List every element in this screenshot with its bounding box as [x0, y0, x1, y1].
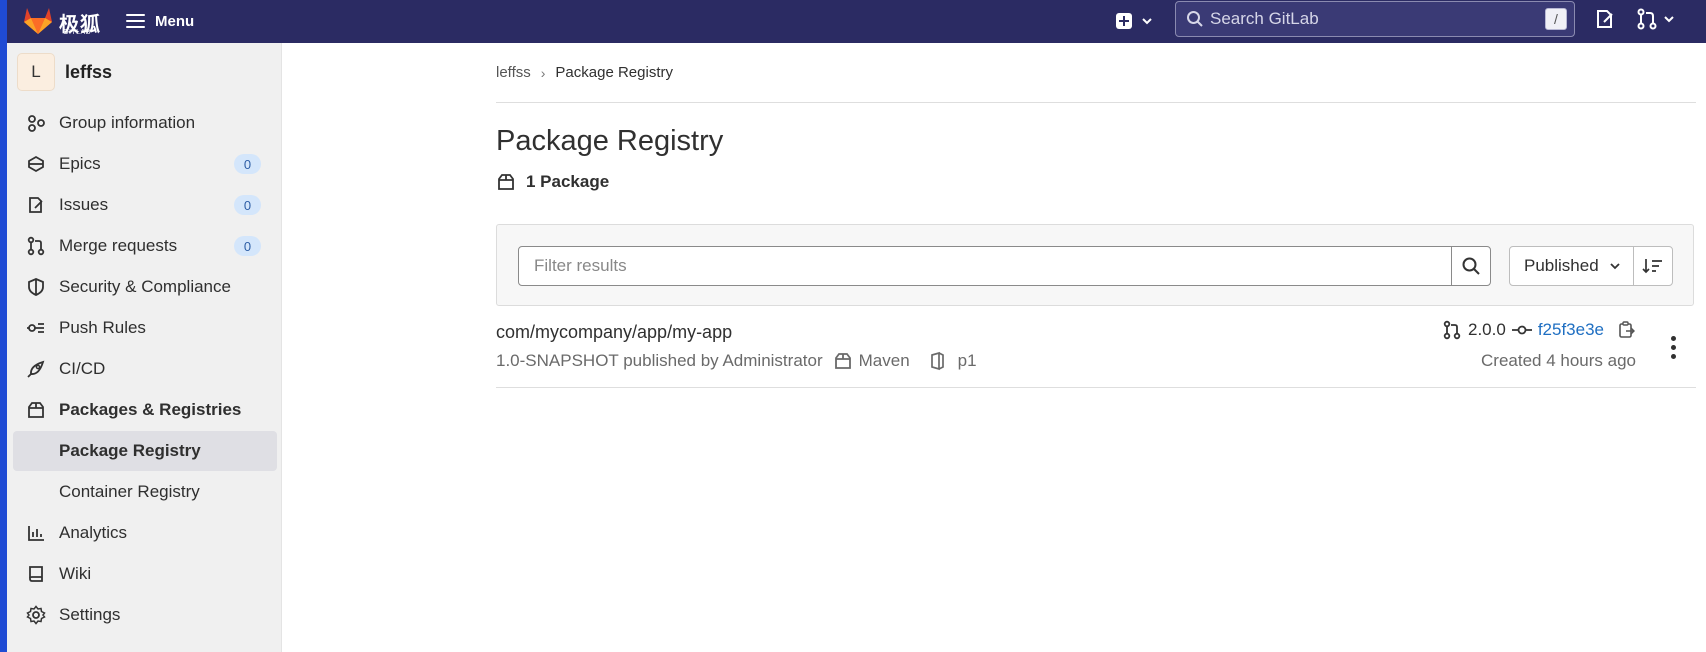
shield-icon [25, 276, 47, 298]
sidebar-subitem-package-registry[interactable]: Package Registry [13, 431, 277, 471]
breadcrumb-current[interactable]: Package Registry [555, 64, 673, 81]
filter-search-button[interactable] [1451, 246, 1491, 286]
package-icon [25, 399, 47, 421]
sort-direction-button[interactable] [1633, 246, 1673, 286]
avatar: L [17, 53, 55, 91]
sort-dropdown[interactable]: Published [1509, 246, 1634, 286]
sidebar-item-security[interactable]: Security & Compliance [13, 267, 277, 307]
book-icon [25, 563, 47, 585]
sidebar-item-settings[interactable]: Settings [13, 595, 277, 635]
merge-requests-button[interactable] [1637, 8, 1675, 30]
sidebar-item-issues[interactable]: Issues 0 [13, 185, 277, 225]
sidebar-item-label: Container Registry [59, 482, 200, 501]
package-meta: 1.0-SNAPSHOT published by Administrator … [496, 351, 977, 371]
gitlab-logo[interactable]: 极狐 GITLAB [21, 3, 105, 37]
issues-icon [25, 194, 47, 216]
package-row[interactable]: com/mycompany/app/my-app 1.0-SNAPSHOT pu… [496, 306, 1696, 388]
count-badge: 0 [234, 154, 261, 174]
tanuki-icon [24, 8, 52, 34]
sidebar-item-label: Security & Compliance [59, 277, 231, 296]
window-edge [0, 0, 7, 652]
sidebar-item-merge-requests[interactable]: Merge requests 0 [13, 226, 277, 266]
project-icon [930, 351, 944, 371]
group-name: leffss [65, 61, 113, 82]
sidebar-item-label: Group information [59, 113, 196, 132]
package-count: 1 Package [496, 172, 609, 192]
sidebar-item-label: Merge requests [59, 236, 178, 255]
filter-bar: Filter results Published [496, 224, 1694, 306]
copy-icon[interactable] [1616, 320, 1636, 340]
sidebar-item-group-information[interactable]: Group information [13, 103, 277, 143]
breadcrumb: leffss › Package Registry [496, 64, 673, 81]
merge-request-icon [1443, 320, 1461, 340]
chevron-down-icon [1664, 16, 1674, 23]
package-name-link[interactable]: com/mycompany/app/my-app [496, 322, 732, 343]
search-icon [1187, 11, 1203, 27]
sidebar-item-push-rules[interactable]: Push Rules [13, 308, 277, 348]
search-shortcut-key: / [1545, 8, 1567, 30]
logo-subtext: GITLAB [63, 29, 91, 36]
sidebar-item-label: Package Registry [59, 441, 201, 460]
package-version-published: 1.0-SNAPSHOT published by Administrator [496, 351, 823, 370]
sidebar-item-cicd[interactable]: CI/CD [13, 349, 277, 389]
hamburger-icon [126, 14, 145, 28]
chevron-right-icon: › [540, 64, 546, 81]
package-icon [834, 353, 851, 369]
chart-icon [25, 522, 47, 544]
merge-request-icon [1637, 8, 1657, 30]
gear-icon [25, 604, 47, 626]
sort-lowest-icon [1642, 259, 1662, 274]
sidebar-item-label: Wiki [59, 564, 92, 583]
chevron-down-icon [1610, 263, 1620, 270]
sidebar-subitem-container-registry[interactable]: Container Registry [13, 472, 277, 512]
menu-label: Menu [155, 12, 195, 30]
sidebar-item-label: Epics [59, 154, 101, 173]
sidebar: L leffss Group information Epics 0 Issue… [7, 43, 282, 652]
sidebar-item-epics[interactable]: Epics 0 [13, 144, 277, 184]
sidebar-item-label: Analytics [59, 523, 128, 542]
merge-request-icon [25, 235, 47, 257]
package-type: Maven [858, 351, 910, 370]
sidebar-item-packages-registries[interactable]: Packages & Registries [13, 390, 277, 430]
chevron-down-icon [1142, 18, 1152, 25]
create-new-button[interactable] [1115, 6, 1153, 36]
sidebar-item-label: Push Rules [59, 318, 146, 337]
sidebar-item-label: Packages & Registries [59, 400, 242, 419]
search-box[interactable]: Search GitLab / [1175, 1, 1575, 37]
package-icon [498, 174, 514, 190]
group-info-icon [25, 112, 47, 134]
more-actions-icon[interactable] [1670, 336, 1678, 360]
sidebar-item-label: Issues [59, 195, 109, 214]
created-time: Created 4 hours ago [1481, 351, 1636, 370]
issues-icon[interactable] [1594, 8, 1616, 30]
divider [496, 102, 1696, 103]
pipeline-ref: 2.0.0 [1468, 320, 1506, 339]
push-rules-icon [25, 317, 47, 339]
top-navbar: 极狐 GITLAB Menu Search GitLab / [7, 0, 1706, 43]
sidebar-item-label: CI/CD [59, 359, 106, 378]
sidebar-item-label: Settings [59, 605, 121, 624]
commit-sha-link[interactable]: f25f3e3e [1538, 320, 1604, 340]
rocket-icon [25, 358, 47, 380]
count-badge: 0 [234, 236, 261, 256]
package-pipeline-info: 2.0.0 f25f3e3e [1442, 320, 1636, 340]
epic-icon [25, 153, 47, 175]
group-header[interactable]: L leffss [17, 53, 112, 91]
sort-label: Published [1524, 256, 1599, 275]
search-input[interactable]: Search GitLab [1210, 9, 1545, 29]
package-count-text: 1 Package [526, 172, 610, 191]
package-project-link[interactable]: p1 [958, 351, 977, 371]
filter-input[interactable]: Filter results [518, 246, 1452, 286]
plus-square-icon [1116, 13, 1132, 29]
sidebar-item-analytics[interactable]: Analytics [13, 513, 277, 553]
count-badge: 0 [234, 195, 261, 215]
commit-icon [1511, 325, 1532, 335]
breadcrumb-group-link[interactable]: leffss [496, 64, 531, 81]
menu-button[interactable]: Menu [126, 8, 194, 34]
page-title: Package Registry [496, 125, 724, 157]
search-icon [1462, 257, 1480, 275]
sidebar-item-wiki[interactable]: Wiki [13, 554, 277, 594]
